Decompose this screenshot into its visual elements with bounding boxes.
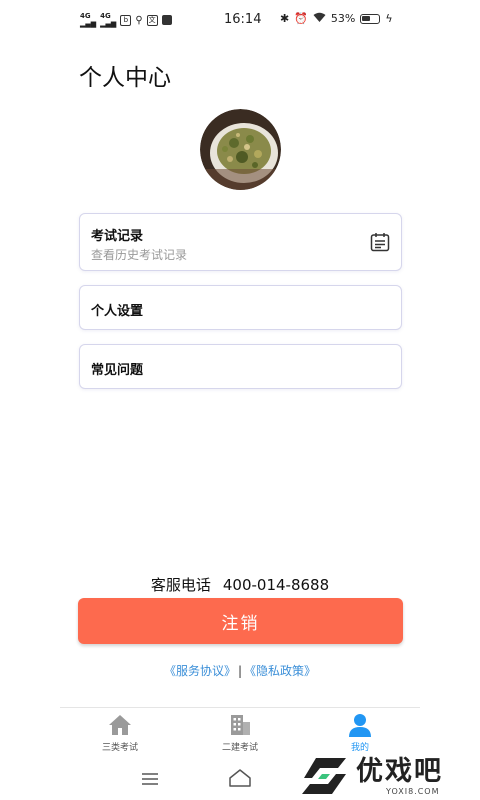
network-label-2: 4G [100,12,111,20]
tab-three-class-exam-label: 三类考试 [101,743,138,753]
tab-second-builder-exam-label: 二建考试 [221,743,258,753]
home-icon[interactable] [228,768,252,788]
tab-second-builder-exam[interactable]: 二建考试 [180,708,300,758]
status-time: 16:14 [224,12,262,27]
watermark: 优戏吧 YOXI8.COM [298,752,480,800]
privacy-policy-link[interactable]: 《隐私政策》 [244,664,316,678]
watermark-text: 优戏吧 YOXI8.COM [356,755,443,796]
battery-percent: 53% [330,12,356,25]
building-icon [231,715,250,735]
avatar[interactable] [200,109,281,190]
usb-icon: ⚲ [135,14,143,26]
tab-mine[interactable]: 我的 [300,708,420,758]
app-icon [161,15,172,25]
tab-three-class-exam[interactable]: 三类考试 [60,708,180,758]
signal-icon-1: 4G ▂▄▆ [80,12,97,28]
signal-icon-2: 4G ▂▄▆ [100,12,117,28]
battery-fill [362,15,371,21]
alarm-icon: ⏰ [294,12,308,25]
service-agreement-link[interactable]: 《服务协议》 [164,664,236,678]
agreement-links: 《服务协议》 | 《隐私政策》 [0,662,480,679]
card-exam-records-title: 考试记录 [91,229,144,244]
watermark-logo-icon [302,758,346,794]
logout-button[interactable]: 注销 [78,598,403,644]
watermark-site: YOXI8.COM [386,786,440,796]
person-icon [349,714,371,737]
notification-icon: 文 [146,14,158,26]
card-exam-records-subtitle: 查看历史考试记录 [91,248,188,262]
hd-icon: b [120,14,132,26]
bluetooth-icon: ✱ [280,12,290,25]
links-separator: | [237,664,243,678]
watermark-name: 优戏吧 [356,755,443,787]
battery-icon [360,13,381,24]
card-exam-records[interactable]: 考试记录 查看历史考试记录 [79,213,402,271]
status-left-icons: 4G ▂▄▆ 4G ▂▄▆ b ⚲ 文 [80,12,172,28]
calendar-icon [370,233,390,252]
status-bar: 4G ▂▄▆ 4G ▂▄▆ b ⚲ 文 16:14 ✱ ⏰ 53% ϟ [0,0,480,40]
wifi-icon [313,12,326,25]
card-faq-title: 常见问题 [91,363,144,378]
tab-bar: 三类考试 二建考试 我的 [60,708,420,758]
charging-icon: ϟ [385,12,393,25]
house-icon [109,715,131,735]
service-phone-number[interactable]: 400-014-8688 [223,576,329,594]
page-title: 个人中心 [79,65,171,91]
network-label-1: 4G [80,12,91,20]
status-right-icons: ✱ ⏰ 53% ϟ [280,12,393,25]
menu-icon[interactable] [140,772,160,786]
avatar-image [200,109,281,190]
card-personal-settings[interactable]: 个人设置 [79,285,402,330]
service-phone-label: 客服电话 [150,576,211,594]
card-faq[interactable]: 常见问题 [79,344,402,389]
card-personal-settings-title: 个人设置 [91,304,144,319]
service-phone-row[interactable]: 客服电话 400-014-8688 [0,574,480,595]
